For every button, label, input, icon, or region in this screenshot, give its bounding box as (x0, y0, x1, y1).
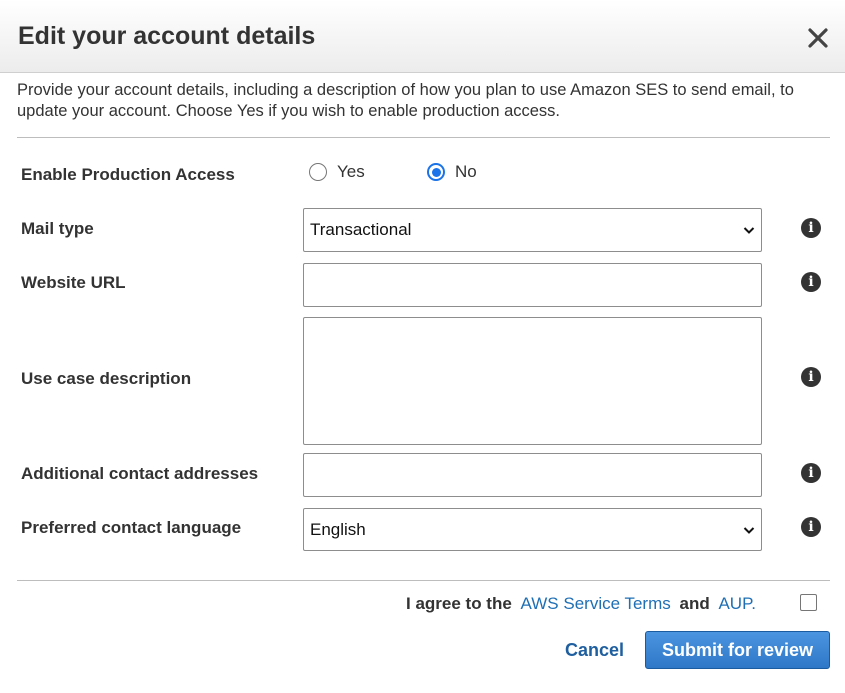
info-icon[interactable]: i (801, 218, 821, 238)
agreement-and: and (679, 594, 710, 613)
info-icon[interactable]: i (801, 463, 821, 483)
mail-type-value: Transactional (310, 220, 412, 239)
close-icon[interactable] (804, 24, 832, 52)
website-url-label: Website URL (21, 273, 126, 292)
aup-link[interactable]: AUP. (718, 594, 756, 614)
agreement-checkbox[interactable] (800, 594, 817, 611)
dialog-intro: Provide your account details, including … (17, 81, 794, 120)
preferred-language-value: English (310, 519, 366, 539)
chevron-down-icon (743, 227, 755, 234)
bottom-divider (17, 580, 830, 581)
chevron-down-icon (743, 526, 755, 534)
aws-service-terms-link[interactable]: AWS Service Terms (521, 594, 671, 614)
dialog-header: Edit your account details (0, 0, 845, 73)
info-icon[interactable]: i (801, 367, 821, 387)
radio-no-label: No (455, 162, 477, 181)
top-divider (17, 137, 830, 138)
production-access-label: Enable Production Access (21, 165, 235, 184)
radio-yes-label: Yes (337, 162, 365, 181)
mail-type-label: Mail type (21, 219, 94, 238)
preferred-language-label: Preferred contact language (21, 518, 242, 537)
additional-contacts-input[interactable] (303, 453, 762, 497)
dialog-title: Edit your account details (18, 22, 316, 50)
mail-type-select[interactable]: Transactional (303, 208, 762, 252)
submit-for-review-button[interactable]: Submit for review (645, 631, 830, 669)
info-icon[interactable]: i (801, 272, 821, 292)
radio-no-control[interactable] (427, 163, 445, 181)
website-url-input[interactable] (303, 263, 762, 307)
radio-no[interactable]: No (427, 162, 477, 182)
agreement-row: I agree to the AWS Service Terms and AUP… (406, 594, 756, 614)
use-case-textarea[interactable] (303, 317, 762, 445)
additional-contacts-label: Additional contact addresses (21, 464, 259, 483)
radio-yes-control[interactable] (309, 163, 327, 181)
info-icon[interactable]: i (801, 517, 821, 537)
cancel-button[interactable]: Cancel (565, 640, 624, 661)
agreement-prefix: I agree to the (406, 594, 512, 613)
radio-yes[interactable]: Yes (309, 162, 365, 182)
preferred-language-select[interactable]: English (303, 508, 762, 551)
use-case-label: Use case description (21, 369, 192, 388)
